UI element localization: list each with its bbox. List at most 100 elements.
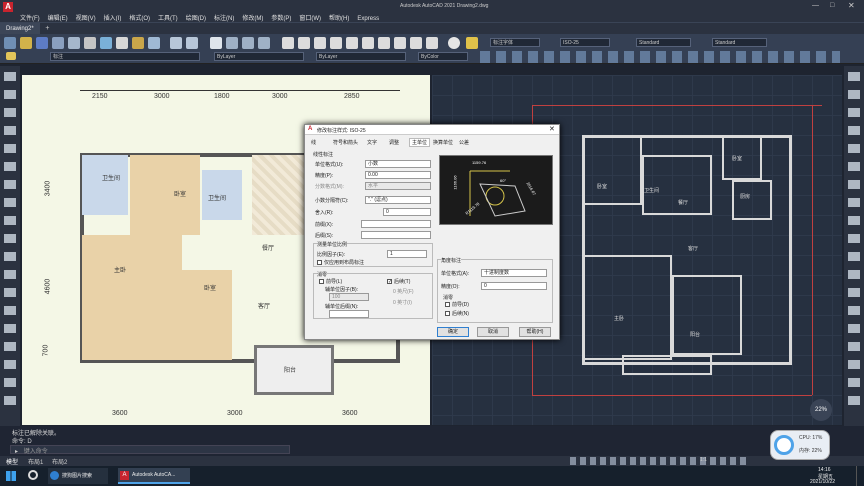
taskbar-browser[interactable]: 搜狗图片搜索 <box>48 468 108 484</box>
menu-parametric[interactable]: 参数(P) <box>271 13 291 22</box>
leading-checkbox[interactable] <box>319 279 324 284</box>
close-icon[interactable]: ✕ <box>848 1 855 10</box>
markup-icon[interactable] <box>346 37 358 49</box>
new-icon[interactable] <box>4 37 16 49</box>
undo-icon[interactable] <box>170 37 182 49</box>
modify-tools-icons[interactable] <box>848 72 860 412</box>
prefix-input[interactable] <box>361 220 431 228</box>
taskbar-autocad[interactable]: A Autodesk AutoCA... <box>118 468 190 484</box>
menu-modify[interactable]: 修改(M) <box>242 13 263 22</box>
save-icon[interactable] <box>36 37 48 49</box>
show-desktop-button[interactable] <box>856 466 862 486</box>
menu-dimension[interactable]: 标注(N) <box>214 13 234 22</box>
sub-factor-input[interactable]: 100 <box>329 293 369 301</box>
zoom-window-icon[interactable] <box>242 37 254 49</box>
command-input[interactable]: ▸ 键入命令 <box>10 445 290 455</box>
tab-primary-units[interactable]: 主单位 <box>409 138 431 147</box>
start-icon[interactable] <box>6 471 16 481</box>
tab-symbols[interactable]: 符号和箭头 <box>333 139 358 146</box>
properties-icon[interactable] <box>282 37 294 49</box>
trailing-checkbox[interactable]: ✓ <box>387 279 392 285</box>
ok-button[interactable]: 确定 <box>437 327 469 337</box>
annotation-scale[interactable]: 1:1 <box>700 457 707 463</box>
calculator-icon[interactable] <box>362 37 374 49</box>
autocad-logo-icon[interactable]: A <box>3 2 13 12</box>
precision-select[interactable]: 0.00 <box>365 171 431 179</box>
taskbar-browser-label: 搜狗图片搜索 <box>62 473 93 479</box>
table-icon[interactable] <box>378 37 390 49</box>
mleader-style-combo[interactable]: Standard <box>712 38 767 47</box>
preview-icon[interactable] <box>68 37 80 49</box>
menu-tools[interactable]: 工具(T) <box>158 13 178 22</box>
tab-fit[interactable]: 调整 <box>389 139 399 146</box>
tab-alt-units[interactable]: 换算单位 <box>433 139 453 146</box>
ang-precision-select[interactable]: 0 <box>481 282 547 290</box>
layer-combo[interactable]: 标注 <box>50 52 200 61</box>
menu-window[interactable]: 窗口(W) <box>299 13 321 22</box>
help-icon[interactable] <box>448 37 460 49</box>
suffix-input[interactable] <box>361 231 431 239</box>
ang-format-select[interactable]: 十进制度数 <box>481 269 547 277</box>
block-icon[interactable] <box>410 37 422 49</box>
dialog-close-icon[interactable]: ✕ <box>549 125 555 133</box>
fraction-select[interactable]: 水平 <box>365 182 431 190</box>
tab-tolerances[interactable]: 公差 <box>459 139 469 146</box>
design-center-icon[interactable] <box>298 37 310 49</box>
layout-only-checkbox[interactable] <box>317 260 322 265</box>
linetype-combo[interactable]: ByLayer <box>316 52 406 61</box>
attribute-icon[interactable] <box>426 37 438 49</box>
sub-suffix-input[interactable] <box>329 310 369 318</box>
text-style-icon[interactable] <box>466 37 478 49</box>
maximize-icon[interactable]: □ <box>830 2 834 9</box>
menu-view[interactable]: 视图(V) <box>76 13 96 22</box>
match-icon[interactable] <box>148 37 160 49</box>
open-icon[interactable] <box>20 37 32 49</box>
layer-manager-icon[interactable] <box>6 52 16 60</box>
feet-label: 0 英尺(F) <box>393 289 414 295</box>
grid-icon[interactable] <box>394 37 406 49</box>
unit-format-select[interactable]: 小数 <box>365 160 431 168</box>
menu-insert[interactable]: 插入(I) <box>104 13 122 22</box>
dim-style-combo[interactable]: ISO-25 <box>560 38 610 47</box>
search-icon[interactable] <box>28 470 38 480</box>
copy-icon[interactable] <box>116 37 128 49</box>
tool-palette-icon[interactable] <box>314 37 326 49</box>
zoom-prev-icon[interactable] <box>258 37 270 49</box>
menu-draw[interactable]: 绘图(D) <box>186 13 206 22</box>
menu-format[interactable]: 格式(O) <box>129 13 150 22</box>
cad-room-2: 卫生间 <box>644 188 660 194</box>
plotstyle-combo[interactable]: ByColor <box>418 52 468 61</box>
room-bedroom-2: 卧室 <box>204 286 217 292</box>
add-tab-icon[interactable]: + <box>45 25 49 32</box>
dimension-toolbar[interactable] <box>480 51 840 63</box>
text-style-combo[interactable]: 标注字体 <box>490 38 540 47</box>
scale-input[interactable]: 1 <box>387 250 427 258</box>
tab-layout1[interactable]: 布局1 <box>28 457 43 466</box>
tab-layout2[interactable]: 布局2 <box>52 457 67 466</box>
tab-model[interactable]: 模型 <box>6 457 18 466</box>
cancel-button[interactable]: 取消 <box>477 327 509 337</box>
tab-lines[interactable]: 线 <box>311 139 316 146</box>
minimize-icon[interactable]: — <box>812 2 819 9</box>
table-style-combo[interactable]: Standard <box>636 38 691 47</box>
menu-help[interactable]: 帮助(H) <box>329 13 349 22</box>
color-combo[interactable]: ByLayer <box>214 52 304 61</box>
status-toggles[interactable] <box>570 457 750 465</box>
print-icon[interactable] <box>52 37 64 49</box>
zoom-icon[interactable] <box>226 37 238 49</box>
publish-icon[interactable] <box>84 37 96 49</box>
decimal-sep-select[interactable]: "." (逗点) <box>365 196 431 204</box>
help-button[interactable]: 帮助(H) <box>519 327 551 337</box>
tab-text[interactable]: 文字 <box>367 139 377 146</box>
draw-tools-icons[interactable] <box>4 72 16 412</box>
menu-file[interactable]: 文件(F) <box>20 13 40 22</box>
redo-icon[interactable] <box>186 37 198 49</box>
ang-leading-checkbox[interactable] <box>445 302 450 307</box>
paste-icon[interactable] <box>132 37 144 49</box>
ang-trailing-checkbox[interactable] <box>445 311 450 316</box>
pan-icon[interactable] <box>210 37 222 49</box>
sheet-set-icon[interactable] <box>330 37 342 49</box>
round-input[interactable]: 0 <box>383 208 431 216</box>
menu-edit[interactable]: 编辑(E) <box>48 13 68 22</box>
cut-icon[interactable] <box>100 37 112 49</box>
